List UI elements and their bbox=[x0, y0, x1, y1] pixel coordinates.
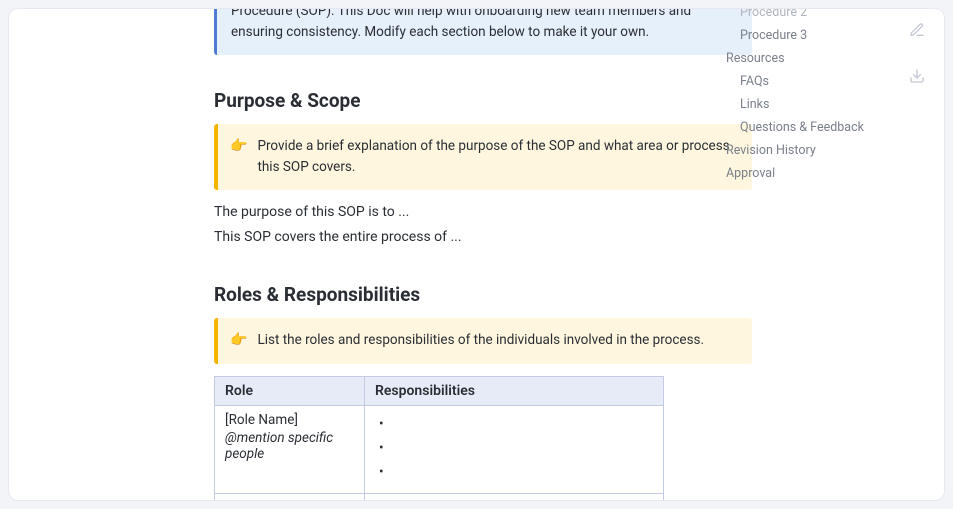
intro-callout-text: Procedure (SOP). This Doc will help with… bbox=[231, 8, 691, 40]
nav-item-resources[interactable]: Resources bbox=[726, 47, 876, 70]
tip-purpose-text: Provide a brief explanation of the purpo… bbox=[257, 136, 738, 178]
table-row[interactable]: [Role Name] @mention specific people • •… bbox=[215, 405, 664, 493]
mention-placeholder: @mention specific people bbox=[225, 430, 354, 462]
role-name: [Role Name] bbox=[225, 500, 354, 501]
document-content: Procedure (SOP). This Doc will help with… bbox=[214, 9, 752, 501]
tip-roles: 👉 List the roles and responsibilities of… bbox=[214, 318, 752, 364]
roles-table: Role Responsibilities [Role Name] @menti… bbox=[214, 376, 664, 501]
table-row[interactable]: [Role Name] @mention specific people • •… bbox=[215, 493, 664, 501]
outline-nav: Procedure 2 Procedure 3 Resources FAQs L… bbox=[726, 8, 876, 185]
list-item: • bbox=[375, 412, 653, 436]
download-icon[interactable] bbox=[908, 67, 926, 85]
heading-roles: Roles & Responsibilities bbox=[214, 283, 752, 306]
nav-item-questions[interactable]: Questions & Feedback bbox=[726, 116, 876, 139]
role-name: [Role Name] bbox=[225, 412, 354, 428]
intro-callout: Procedure (SOP). This Doc will help with… bbox=[214, 8, 752, 55]
col-header-responsibilities: Responsibilities bbox=[365, 376, 664, 405]
nav-item-approval[interactable]: Approval bbox=[726, 162, 876, 185]
nav-item-faqs[interactable]: FAQs bbox=[726, 70, 876, 93]
edit-icon[interactable] bbox=[908, 21, 926, 39]
nav-item-procedure-2[interactable]: Procedure 2 bbox=[726, 8, 876, 24]
heading-purpose-scope: Purpose & Scope bbox=[214, 89, 752, 112]
body-line[interactable]: This SOP covers the entire process of ..… bbox=[214, 227, 752, 249]
list-item: • bbox=[375, 500, 653, 501]
nav-item-links[interactable]: Links bbox=[726, 93, 876, 116]
nav-item-procedure-3[interactable]: Procedure 3 bbox=[726, 24, 876, 47]
tip-purpose: 👉 Provide a brief explanation of the pur… bbox=[214, 124, 752, 190]
tip-roles-text: List the roles and responsibilities of t… bbox=[257, 330, 704, 352]
list-item: • bbox=[375, 436, 653, 460]
nav-item-revision-history[interactable]: Revision History bbox=[726, 139, 876, 162]
list-item: • bbox=[375, 460, 653, 484]
document-frame: Procedure (SOP). This Doc will help with… bbox=[8, 8, 945, 501]
body-line[interactable]: The purpose of this SOP is to ... bbox=[214, 202, 752, 224]
pointing-hand-icon: 👉 bbox=[230, 330, 247, 352]
doc-action-icons bbox=[908, 21, 926, 85]
pointing-hand-icon: 👉 bbox=[230, 136, 247, 178]
col-header-role: Role bbox=[215, 376, 365, 405]
